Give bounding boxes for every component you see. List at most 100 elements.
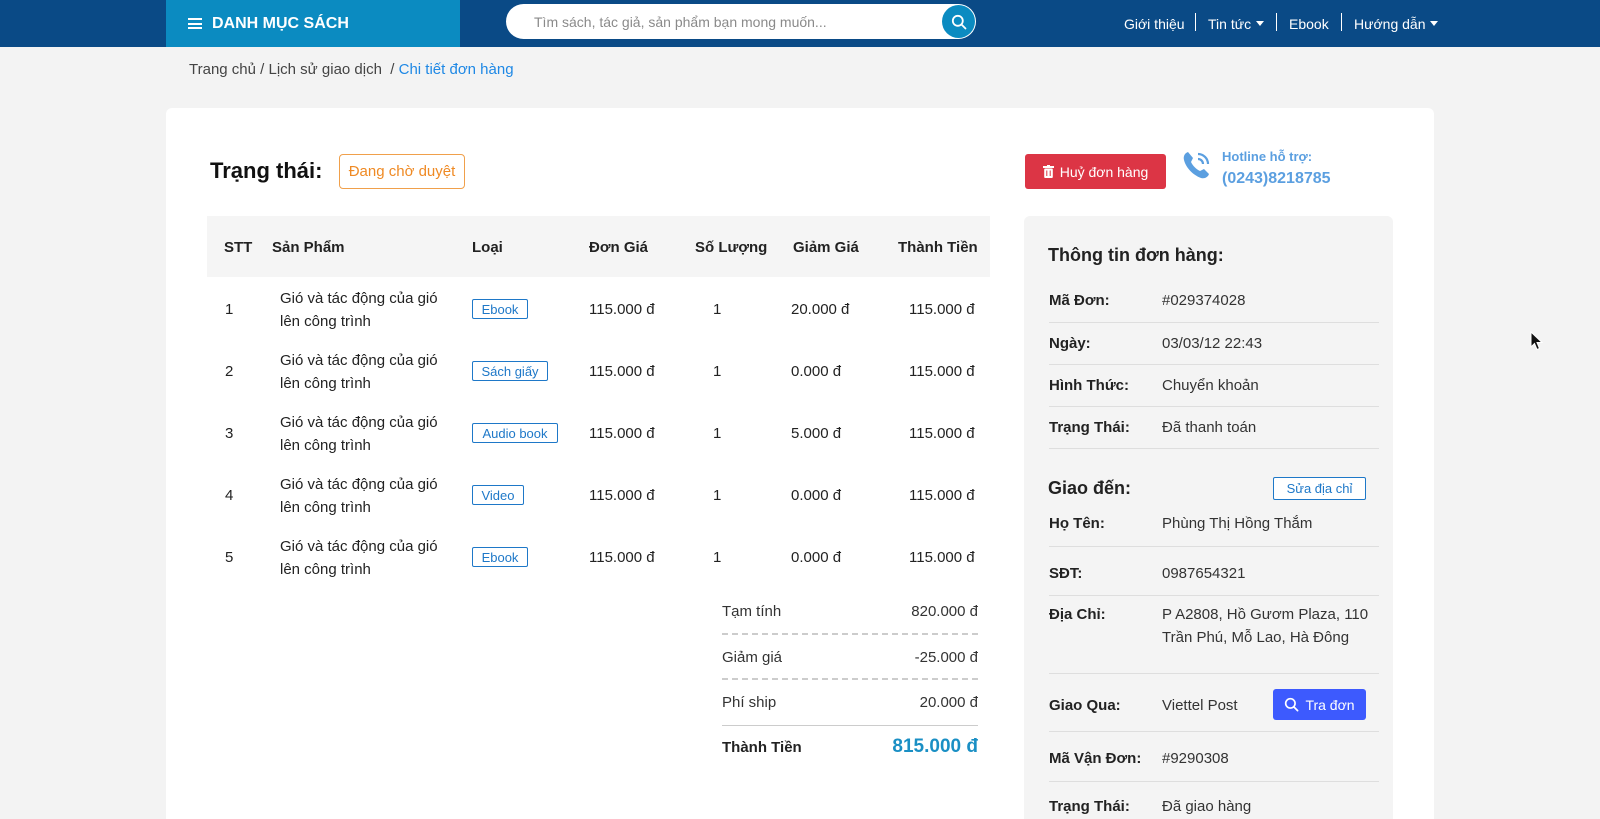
mouse-cursor-icon: [1530, 331, 1544, 351]
nav-divider: [1276, 13, 1277, 31]
row-quantity: 1: [713, 549, 722, 566]
row-discount: 20.000 đ: [791, 301, 850, 318]
divider: [1049, 546, 1379, 547]
search-icon: [951, 14, 966, 29]
row-discount: 0.000 đ: [791, 363, 842, 380]
row-total: 115.000 đ: [909, 487, 975, 504]
row-product[interactable]: Gió và tác động của gió lên công trình: [280, 473, 460, 519]
breadcrumb-separator: /: [260, 61, 265, 78]
shipping-fee-value: 20.000 đ: [919, 694, 978, 711]
row-type-badge: Ebook: [472, 547, 528, 567]
hotline-number[interactable]: (0243)8218785: [1222, 170, 1331, 188]
discount-label: Giảm giá: [722, 649, 783, 666]
subtotal-label: Tạm tính: [722, 603, 782, 620]
shipping-status-value: Đã giao hàng: [1162, 798, 1252, 815]
nav-ebook[interactable]: Ebook: [1289, 0, 1329, 47]
row-price: 115.000 đ: [589, 363, 655, 380]
row-price: 115.000 đ: [589, 301, 655, 318]
track-order-button[interactable]: Tra đơn: [1273, 689, 1366, 720]
divider: [1049, 781, 1379, 782]
divider: [722, 678, 978, 680]
nav-divider: [1195, 13, 1196, 31]
divider: [722, 633, 978, 635]
divider: [1049, 595, 1379, 596]
row-product[interactable]: Gió và tác động của gió lên công trình: [280, 287, 460, 333]
search-icon: [1285, 697, 1299, 712]
divider: [1049, 322, 1379, 323]
grand-total-value: 815.000 đ: [892, 736, 978, 757]
row-quantity: 1: [713, 301, 722, 318]
column-header-discount: Giảm Giá: [793, 239, 859, 256]
discount-value: -25.000 đ: [914, 649, 978, 666]
ship-to-title: Giao đến:: [1048, 478, 1132, 498]
breadcrumb-home[interactable]: Trang chủ: [189, 61, 256, 78]
recipient-name-value: Phùng Thị Hồng Thắm: [1162, 515, 1313, 532]
breadcrumb: Trang chủ / Lịch sử giao dịch / Chi tiết…: [189, 61, 514, 78]
edit-address-button[interactable]: Sửa địa chỉ: [1273, 477, 1366, 500]
chevron-down-icon: [1430, 21, 1439, 26]
row-type-badge: Video: [472, 485, 524, 505]
waybill-label: Mã Vận Đơn:: [1049, 750, 1142, 767]
payment-method-label: Hình Thức:: [1049, 377, 1130, 394]
row-stt: 4: [225, 487, 234, 504]
row-product[interactable]: Gió và tác động của gió lên công trình: [280, 535, 460, 581]
order-id-label: Mã Đơn:: [1049, 292, 1110, 309]
nav-about[interactable]: Giới thiệu: [1124, 0, 1185, 47]
divider: [1049, 448, 1379, 449]
row-type-badge: Sách giấy: [472, 361, 548, 381]
address-value: P A2808, Hồ Gươm Plaza, 110 Trần Phú, Mỗ …: [1162, 606, 1369, 646]
column-header-price: Đơn Giá: [589, 239, 649, 256]
row-total: 115.000 đ: [909, 363, 975, 380]
row-quantity: 1: [713, 363, 722, 380]
payment-status-label: Trạng Thái:: [1049, 419, 1130, 436]
search-box: [506, 4, 976, 39]
breadcrumb-current: Chi tiết đơn hàng: [398, 61, 514, 78]
nav-divider: [1341, 13, 1342, 31]
breadcrumb-history[interactable]: Lịch sử giao dịch: [269, 61, 382, 78]
carrier-label: Giao Qua:: [1049, 697, 1121, 714]
breadcrumb-separator: /: [390, 61, 395, 78]
nav-news[interactable]: Tin tức: [1208, 0, 1265, 47]
row-discount: 5.000 đ: [791, 425, 842, 442]
column-header-stt: STT: [224, 239, 253, 256]
search-input[interactable]: [534, 4, 934, 39]
row-stt: 1: [225, 301, 234, 318]
row-price: 115.000 đ: [589, 425, 655, 442]
row-type-badge: Ebook: [472, 299, 528, 319]
category-menu-label: DANH MỤC SÁCH: [212, 14, 349, 32]
row-discount: 0.000 đ: [791, 487, 842, 504]
hotline-label: Hotline hỗ trợ:: [1222, 149, 1313, 164]
hamburger-icon: [188, 18, 202, 29]
row-quantity: 1: [713, 487, 722, 504]
cancel-order-button[interactable]: Huỷ đơn hàng: [1025, 154, 1166, 189]
row-price: 115.000 đ: [589, 549, 655, 566]
payment-method-value: Chuyển khoản: [1162, 377, 1259, 394]
category-menu-button[interactable]: DANH MỤC SÁCH: [166, 0, 460, 47]
divider: [1049, 673, 1379, 674]
phone-label: SĐT:: [1049, 565, 1083, 582]
address-label: Địa Chỉ:: [1049, 606, 1106, 623]
status-title: Trạng thái:: [210, 158, 323, 183]
recipient-name-label: Họ Tên:: [1049, 515, 1105, 532]
row-discount: 0.000 đ: [791, 549, 842, 566]
divider: [1049, 406, 1379, 407]
order-info-title: Thông tin đơn hàng:: [1048, 245, 1224, 265]
row-product[interactable]: Gió và tác động của gió lên công trình: [280, 349, 460, 395]
row-type-badge: Audio book: [472, 423, 558, 443]
subtotal-value: 820.000 đ: [911, 603, 978, 620]
row-total: 115.000 đ: [909, 425, 975, 442]
search-button[interactable]: [942, 5, 975, 38]
column-header-quantity: Số Lượng: [695, 239, 768, 256]
row-total: 115.000 đ: [909, 549, 975, 566]
row-stt: 5: [225, 549, 234, 566]
divider: [722, 725, 978, 726]
status-badge: Đang chờ duyệt: [339, 154, 465, 189]
divider: [1049, 364, 1379, 365]
waybill-value: #9290308: [1162, 750, 1229, 767]
trash-icon: [1042, 165, 1054, 178]
nav-guide[interactable]: Hướng dẫn: [1354, 0, 1439, 47]
row-product[interactable]: Gió và tác động của gió lên công trình: [280, 411, 460, 457]
payment-status-value: Đã thanh toán: [1162, 419, 1257, 436]
track-order-label: Tra đơn: [1305, 696, 1355, 713]
phone-icon: [1183, 152, 1210, 179]
